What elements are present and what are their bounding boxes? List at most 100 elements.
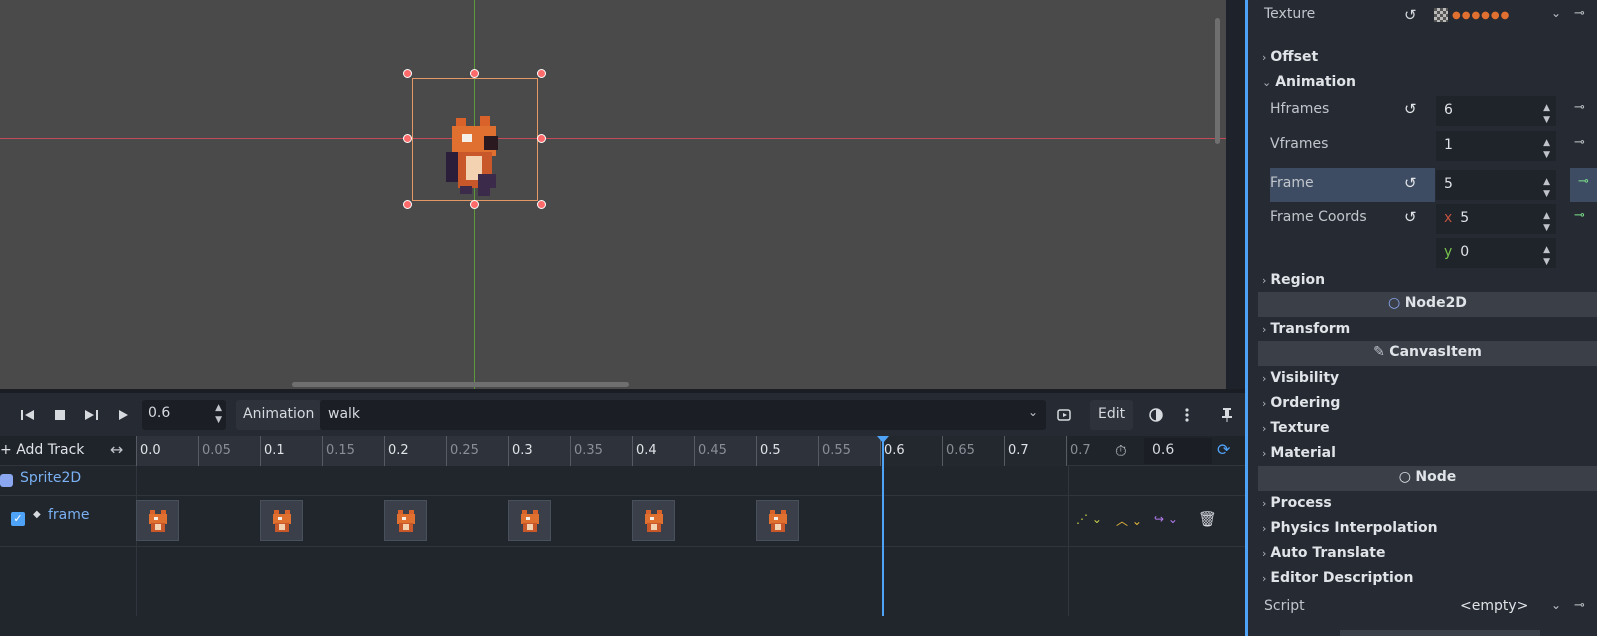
canvas-viewport[interactable] [0, 0, 1226, 389]
frame-field[interactable]: 5 ▲ ▼ [1436, 170, 1556, 200]
timer-icon[interactable]: ⏱ [1115, 442, 1127, 460]
pin-icon[interactable] [1214, 402, 1240, 428]
texture-preview-icon: ●●●●●● [1452, 10, 1511, 21]
spin-arrows-icon[interactable]: ▲ ▼ [1543, 244, 1550, 268]
section-material[interactable]: › Material [1248, 443, 1597, 468]
track-group-sprite2d[interactable]: Sprite2D [0, 466, 136, 494]
keyframe[interactable] [632, 500, 675, 541]
edit-menu-button[interactable]: Edit [1090, 400, 1134, 430]
section-offset[interactable]: › Offset [1248, 47, 1597, 72]
animation-toolbar: 0.6 ▲ ▼ Animation walk ⌄ Edit [0, 393, 1245, 436]
revert-icon[interactable]: ↺ [1404, 6, 1417, 24]
resize-handle-r[interactable] [537, 134, 546, 143]
track-property-label: frame [48, 507, 90, 523]
animation-select[interactable]: walk ⌄ [320, 400, 1046, 430]
section-auto-translate[interactable]: › Auto Translate [1248, 543, 1597, 568]
insert-key-icon[interactable]: ⊸ [1574, 208, 1585, 223]
property-script[interactable]: Script <empty> ⌄ ⊸ [1248, 594, 1597, 628]
keyframe-lane[interactable] [136, 496, 1068, 548]
section-visibility[interactable]: › Visibility [1248, 368, 1597, 393]
spin-arrows-icon[interactable]: ▲ ▼ [1543, 102, 1550, 126]
resize-handle-bl[interactable] [403, 200, 412, 209]
keyframe[interactable] [508, 500, 551, 541]
hframes-field[interactable]: 6 ▲ ▼ [1436, 96, 1556, 126]
delete-track-icon[interactable]: 🗑 [1198, 510, 1217, 528]
fox-sprite[interactable] [438, 112, 510, 200]
hframes-value: 6 [1444, 102, 1453, 118]
play-icon[interactable] [110, 402, 136, 428]
class-header-node: ○ Node [1258, 466, 1597, 491]
onion-skin-icon[interactable] [1143, 402, 1169, 428]
property-frame[interactable]: Frame ↺ 5 ▲ ▼ ⊸ [1248, 168, 1597, 202]
chevron-right-icon: › [1262, 274, 1267, 287]
viewport-vertical-scrollbar[interactable] [1215, 18, 1220, 144]
vframes-field[interactable]: 1 ▲ ▼ [1436, 131, 1556, 161]
keyframe[interactable] [756, 500, 799, 541]
resize-handle-tl[interactable] [403, 69, 412, 78]
revert-icon[interactable]: ↺ [1404, 208, 1417, 226]
property-vframes[interactable]: Vframes 1 ▲ ▼ ⊸ [1248, 129, 1597, 163]
frame-coords-y-field[interactable]: y 0 ▲ ▼ [1436, 238, 1556, 268]
property-hframes[interactable]: Hframes ↺ 6 ▲ ▼ ⊸ [1248, 94, 1597, 128]
stop-icon[interactable] [47, 402, 73, 428]
section-animation-label: Animation [1275, 74, 1356, 90]
section-editor-description[interactable]: › Editor Description [1248, 568, 1597, 593]
more-options-icon[interactable] [1174, 402, 1200, 428]
keyframe-key-icon[interactable]: ⊸ [1574, 6, 1585, 21]
play-from-current-icon[interactable] [78, 402, 104, 428]
section-physics-interpolation[interactable]: › Physics Interpolation [1248, 518, 1597, 543]
ruler-tick: 0.4 [632, 436, 657, 466]
keyframe[interactable] [384, 500, 427, 541]
keyframe[interactable] [260, 500, 303, 541]
property-texture[interactable]: Texture ↺ ●●●●●● ⌄ ⊸ [1248, 0, 1597, 34]
animation-length-field[interactable]: 0.6 [1144, 438, 1212, 464]
keyframe[interactable] [136, 500, 179, 541]
frame-coords-x-field[interactable]: x 5 ▲ ▼ [1436, 204, 1556, 234]
resize-handle-l[interactable] [403, 134, 412, 143]
track-frame[interactable]: ✓ ◆ frame ⋰ ⌄ ︿ ⌄ ↪ ⌄ 🗑 [0, 495, 1245, 547]
update-mode-icon[interactable]: ︿ ⌄ [1116, 512, 1142, 529]
keyframe-key-icon[interactable]: ⊸ [1574, 598, 1585, 613]
property-frame-coords-y[interactable]: y 0 ▲ ▼ [1248, 236, 1597, 270]
property-frame-coords[interactable]: Frame Coords ↺ x 5 ▲ ▼ ⊸ [1248, 202, 1597, 236]
chevron-down-icon[interactable]: ⌄ [1551, 598, 1561, 612]
playhead[interactable] [882, 436, 884, 616]
current-time-field[interactable]: 0.6 ▲ ▼ [142, 400, 226, 430]
resize-handle-br[interactable] [537, 200, 546, 209]
script-value[interactable]: <empty> [1460, 598, 1528, 614]
revert-icon[interactable]: ↺ [1404, 100, 1417, 118]
spin-arrows-icon[interactable]: ▲ ▼ [1543, 137, 1550, 161]
play-backwards-icon[interactable] [15, 402, 41, 428]
section-process[interactable]: › Process [1248, 493, 1597, 518]
section-editor-desc-label: Editor Description [1270, 570, 1414, 586]
keyframe-key-icon[interactable]: ⊸ [1574, 135, 1585, 150]
viewport-horizontal-scrollbar[interactable] [292, 382, 629, 387]
keyframe-key-icon[interactable]: ⊸ [1574, 100, 1585, 115]
track-enabled-checkbox[interactable]: ✓ [11, 512, 25, 526]
frame-coords-y-value: 0 [1460, 244, 1470, 260]
ruler-tick: 0.1 [260, 436, 285, 466]
inspector-bottom-scroll[interactable] [1340, 630, 1540, 636]
spin-arrows-icon[interactable]: ▲ ▼ [1543, 176, 1550, 200]
loop-icon[interactable]: ⟳ [1217, 440, 1230, 459]
resize-handle-tr[interactable] [537, 69, 546, 78]
insert-key-icon[interactable]: ⊸ [1570, 168, 1597, 202]
class-header-node2d: ○ Node2D [1258, 292, 1597, 317]
section-ordering[interactable]: › Ordering [1248, 393, 1597, 418]
interpolation-mode-icon[interactable]: ⋰ ⌄ [1076, 512, 1102, 526]
resize-handle-b[interactable] [470, 200, 479, 209]
loop-wrap-icon[interactable]: ↪ ⌄ [1154, 512, 1178, 526]
autoplay-icon[interactable] [1052, 402, 1078, 428]
spin-arrows-icon[interactable]: ▲ ▼ [1543, 210, 1550, 234]
vframes-value: 1 [1444, 137, 1453, 153]
add-track-button[interactable]: + Add Track [0, 442, 84, 458]
zoom-fit-icon[interactable]: ↔ [110, 440, 123, 459]
x-axis-line [0, 138, 1226, 139]
resize-handle-t[interactable] [470, 69, 479, 78]
chevron-right-icon: › [1262, 447, 1267, 460]
spin-arrows-icon[interactable]: ▲ ▼ [215, 402, 222, 426]
time-ruler[interactable]: 0.0 0.05 0.1 0.15 0.2 0.25 0.3 0.35 0.4 0.45 0.5 0.… [136, 436, 1091, 466]
chevron-down-icon[interactable]: ⌄ [1551, 6, 1561, 20]
section-texture[interactable]: › Texture [1248, 418, 1597, 443]
revert-icon[interactable]: ↺ [1404, 174, 1417, 192]
